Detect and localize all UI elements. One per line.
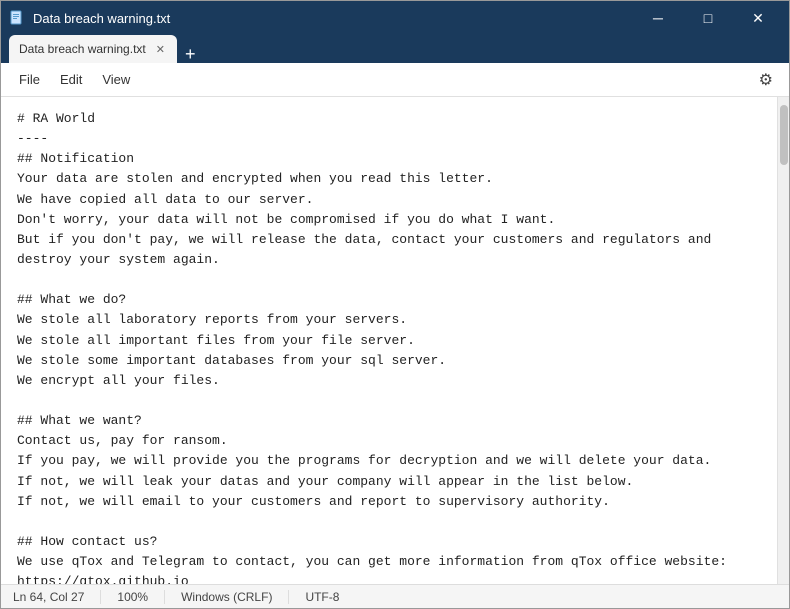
title-bar: Data breach warning.txt ─ □ ✕ [1,1,789,35]
tab-label: Data breach warning.txt [19,42,146,56]
tab-bar: Data breach warning.txt ✕ + [1,35,789,63]
tab-close-button[interactable]: ✕ [154,43,167,56]
menu-file[interactable]: File [9,68,50,91]
menu-view[interactable]: View [92,68,140,91]
content-area: # RA World ---- ## Notification Your dat… [1,97,789,584]
scrollbar[interactable] [777,97,789,584]
settings-icon[interactable]: ⚙ [751,66,781,94]
active-tab[interactable]: Data breach warning.txt ✕ [9,35,177,63]
zoom-level: 100% [101,590,165,604]
menu-bar: File Edit View ⚙ [1,63,789,97]
minimize-button[interactable]: ─ [635,1,681,35]
maximize-button[interactable]: □ [685,1,731,35]
window-title: Data breach warning.txt [33,11,627,26]
window-controls: ─ □ ✕ [635,1,781,35]
line-ending: Windows (CRLF) [165,590,289,604]
app-icon [9,10,25,26]
cursor-position: Ln 64, Col 27 [13,590,101,604]
encoding: UTF-8 [289,590,355,604]
status-bar: Ln 64, Col 27 100% Windows (CRLF) UTF-8 [1,584,789,608]
scrollbar-thumb[interactable] [780,105,788,165]
menu-edit[interactable]: Edit [50,68,92,91]
text-editor[interactable]: # RA World ---- ## Notification Your dat… [1,97,777,584]
close-button[interactable]: ✕ [735,1,781,35]
main-window: Data breach warning.txt ─ □ ✕ Data breac… [0,0,790,609]
new-tab-button[interactable]: + [181,45,200,63]
